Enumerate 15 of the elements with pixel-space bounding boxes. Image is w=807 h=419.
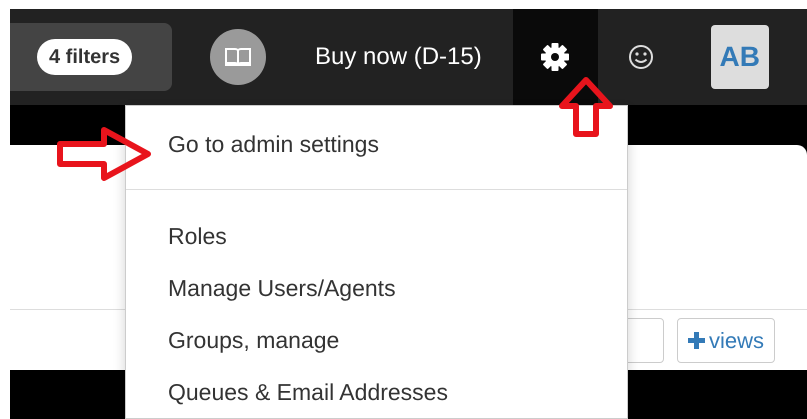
menu-item[interactable]: Go to admin settings <box>126 106 627 178</box>
menu-item[interactable]: Manage Users/Agents <box>126 262 627 314</box>
settings-icon <box>540 42 570 72</box>
book-icon <box>224 46 252 68</box>
filters-badge[interactable]: 4 filters <box>37 39 132 75</box>
buy-now-button[interactable]: Buy now (D-15) <box>315 39 482 75</box>
settings-button[interactable] <box>512 9 598 105</box>
menu-item[interactable]: Roles <box>126 210 627 262</box>
menu-item[interactable]: Groups, manage <box>126 314 627 366</box>
annotation-arrow <box>558 76 614 138</box>
add-views-button[interactable]: views <box>676 318 775 363</box>
smiley-button[interactable] <box>628 44 654 70</box>
plus-icon <box>688 332 705 349</box>
smiley-icon <box>628 44 654 70</box>
menu-item[interactable]: Queues & Email Addresses <box>126 366 627 418</box>
